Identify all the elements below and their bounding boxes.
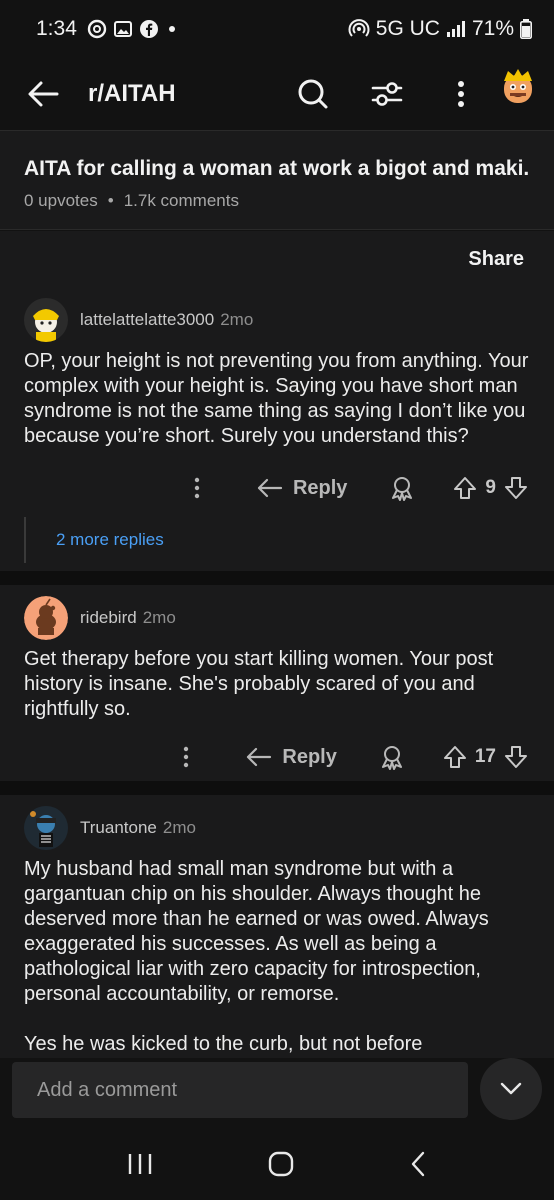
comment-more-button[interactable]: [166, 746, 206, 768]
reply-button[interactable]: Reply: [257, 477, 347, 500]
overflow-menu-button[interactable]: [424, 64, 498, 124]
downvote-icon[interactable]: [504, 745, 528, 769]
back-arrow-icon[interactable]: [26, 77, 60, 111]
post-header[interactable]: AITA for calling a woman at work a bigot…: [0, 130, 554, 230]
post-upvotes: 0 upvotes: [24, 191, 98, 210]
back-icon[interactable]: [409, 1151, 427, 1177]
status-notification-icons: [87, 19, 159, 39]
downvote-icon[interactable]: [504, 476, 528, 500]
home-icon[interactable]: [268, 1151, 294, 1177]
comment-composer: Add a comment: [0, 1058, 554, 1128]
meta-separator: •: [107, 191, 114, 210]
search-button[interactable]: [276, 64, 350, 124]
award-button[interactable]: [389, 475, 415, 501]
comment-time: 2mo: [142, 608, 176, 627]
gallery-icon: [113, 21, 132, 37]
reply-button[interactable]: Reply: [246, 745, 337, 769]
battery-icon: [520, 19, 532, 39]
system-nav-bar: [0, 1128, 554, 1200]
comment-body: OP, your height is not preventing you fr…: [24, 350, 529, 447]
hotspot-icon: [348, 19, 370, 37]
comment-card: lattelattelatte3000 2mo OP, your height …: [0, 287, 554, 571]
subreddit-title[interactable]: r/AITAH: [88, 80, 176, 108]
comment-card: Truantone 2mo My husband had small man s…: [0, 795, 554, 1095]
user-avatar[interactable]: [24, 596, 68, 640]
reply-label: Reply: [282, 745, 337, 768]
comment-username[interactable]: lattelattelatte3000: [80, 310, 214, 330]
comment-actions: Reply 9: [24, 459, 530, 517]
more-replies-link[interactable]: 2 more replies: [24, 517, 530, 563]
comment-more-button[interactable]: [177, 477, 217, 499]
comment-actions: Reply 17: [24, 728, 530, 786]
comment-header: ridebird 2mo: [24, 591, 530, 645]
share-row: Share: [0, 231, 554, 287]
comment-time: 2mo: [220, 310, 254, 329]
reply-icon: [247, 747, 272, 767]
reply-icon: [257, 478, 283, 498]
reply-label: Reply: [292, 476, 348, 499]
user-avatar[interactable]: [24, 298, 68, 342]
post-comment-count: 1.7k comments: [123, 191, 239, 210]
comment-divider: [0, 571, 554, 585]
recents-icon[interactable]: [127, 1152, 153, 1176]
vote-controls: 17: [443, 745, 528, 769]
comment-header: lattelattelatte3000 2mo: [24, 293, 530, 347]
scroll-down-button[interactable]: [480, 1058, 542, 1120]
comment-feed: lattelattelatte3000 2mo OP, your height …: [0, 287, 554, 1095]
user-avatar[interactable]: [24, 806, 68, 850]
comment-username[interactable]: ridebird: [80, 608, 137, 628]
status-right: 5G UC 71%: [348, 17, 532, 41]
filter-icon: [371, 82, 403, 106]
post-title[interactable]: AITA for calling a woman at work a bigot…: [24, 157, 530, 181]
vote-count: 17: [474, 746, 496, 767]
comment-username[interactable]: Truantone: [80, 818, 157, 838]
snoo-avatar-icon[interactable]: [498, 67, 538, 107]
comment-card: ridebird 2mo Get therapy before you star…: [0, 585, 554, 781]
vote-controls: 9: [453, 476, 528, 500]
share-button[interactable]: Share: [468, 248, 524, 271]
vote-count: 9: [485, 477, 496, 498]
chevron-down-icon: [500, 1082, 522, 1095]
search-icon: [298, 79, 328, 109]
comment-body: Get therapy before you start killing wom…: [24, 648, 494, 720]
snoo-avatar-icon: [24, 806, 68, 850]
upvote-icon[interactable]: [443, 745, 467, 769]
comment-header: Truantone 2mo: [24, 801, 530, 855]
comment-body: My husband had small man syndrome but wi…: [24, 858, 489, 1055]
network-label: 5G UC: [375, 17, 440, 40]
upvote-icon[interactable]: [453, 476, 477, 500]
overflow-menu-icon: [184, 746, 189, 768]
screen: 1:34 5G UC 71% r/AITAH AITA for calling …: [0, 0, 554, 1200]
award-icon: [392, 477, 413, 501]
threads-icon: [87, 19, 107, 39]
overflow-menu-icon: [194, 477, 200, 499]
app-bar: r/AITAH: [0, 58, 554, 130]
signal-icon: [446, 21, 465, 37]
status-more-dot: [168, 26, 175, 32]
add-comment-input[interactable]: Add a comment: [12, 1062, 468, 1118]
battery-label: 71%: [471, 17, 514, 40]
snoo-avatar-icon: [24, 596, 68, 640]
post-meta: 0 upvotes • 1.7k comments: [24, 191, 530, 211]
status-bar: 1:34 5G UC 71%: [0, 0, 554, 58]
comment-time: 2mo: [162, 818, 196, 837]
facebook-icon: [139, 20, 158, 38]
app-bar-actions: [276, 64, 554, 124]
status-time: 1:34: [36, 17, 77, 40]
snoo-avatar-icon: [24, 298, 68, 342]
award-icon: [381, 746, 402, 770]
overflow-menu-icon: [458, 81, 464, 107]
filter-button[interactable]: [350, 64, 424, 124]
award-button[interactable]: [379, 744, 405, 770]
